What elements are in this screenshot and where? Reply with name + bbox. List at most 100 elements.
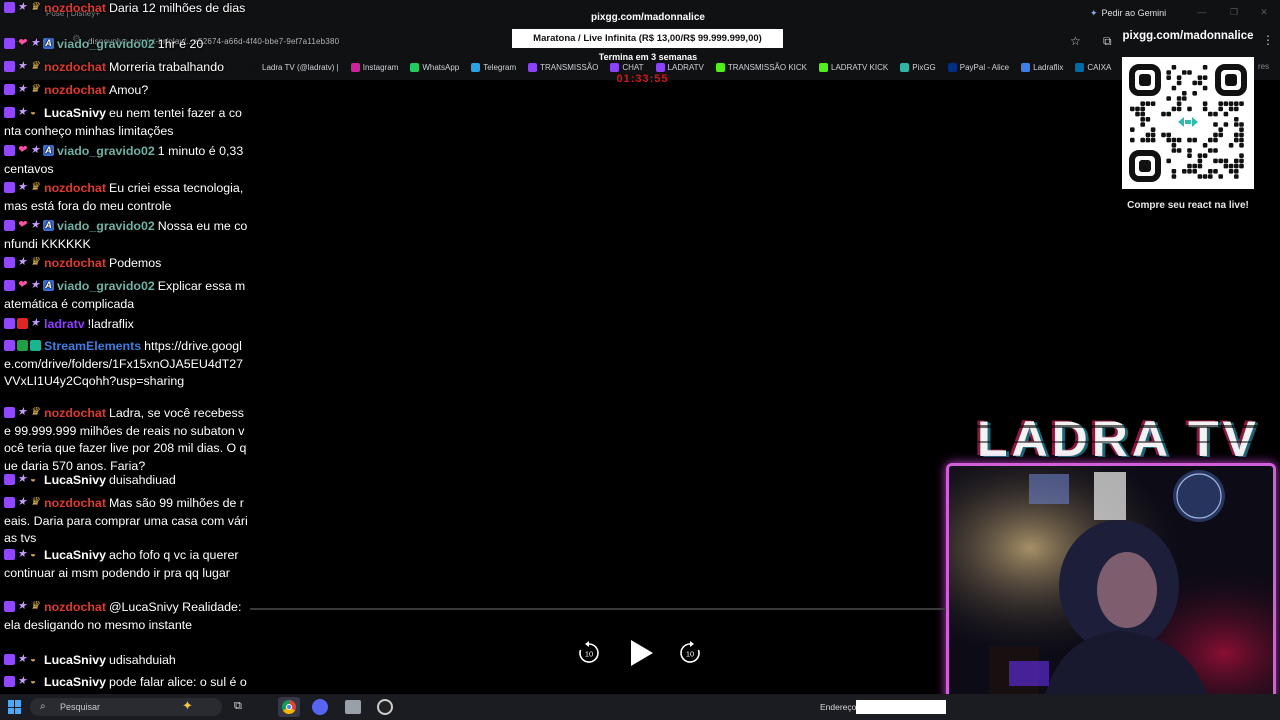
bookmark-item[interactable]: Instagram [350, 62, 399, 72]
explorer-taskbar-icon[interactable] [345, 700, 361, 714]
bookmark-icon [528, 62, 538, 72]
qr-module [1192, 163, 1197, 169]
badge-str-icon: ★ [30, 37, 40, 49]
chat-username[interactable]: nozdochat [44, 83, 106, 97]
progress-bar[interactable] [250, 608, 945, 610]
badge-tw-icon [4, 474, 15, 485]
chat-message: ❤ ★ Aviado_gravido02 1hr é 20 [4, 36, 248, 54]
bookmark-item[interactable]: CAIXA [1075, 62, 1111, 72]
badge-tw-icon [4, 654, 15, 665]
chat-username[interactable]: LucaSnivy [44, 548, 106, 562]
chat-username[interactable]: viado_gravido02 [57, 279, 155, 293]
chat-username[interactable]: viado_gravido02 [57, 37, 155, 51]
bookmark-item[interactable]: PixGG [900, 62, 936, 72]
close-icon[interactable]: ✕ [1258, 7, 1270, 19]
chat-username[interactable]: nozdochat [44, 496, 106, 510]
chat-badges [4, 340, 41, 351]
chat-username[interactable]: StreamElements [44, 339, 141, 353]
bookmark-item[interactable]: TRANSMISSÃO [528, 62, 599, 72]
bookmark-item[interactable]: WhatsApp [410, 62, 459, 72]
rewind-10-icon[interactable]: 10 [576, 640, 602, 666]
qr-code [1122, 57, 1254, 189]
chrome-taskbar-icon[interactable] [278, 697, 300, 717]
maximize-icon[interactable]: ❐ [1228, 7, 1240, 19]
chat-username[interactable]: viado_gravido02 [57, 144, 155, 158]
bookmark-label: TRANSMISSÃO [540, 62, 599, 72]
badge-tw-icon [4, 182, 15, 193]
qr-module [1187, 70, 1192, 75]
play-icon[interactable] [627, 638, 655, 668]
bookmark-label: Telegram [483, 62, 517, 72]
qr-module [1161, 111, 1166, 117]
qr-module [1166, 111, 1171, 117]
qr-module [1145, 137, 1151, 143]
qr-module [1202, 85, 1208, 91]
qr-module [1223, 111, 1229, 117]
chat-text: udisahduiah [108, 653, 176, 667]
qr-module [1234, 122, 1239, 127]
qr-module [1166, 158, 1171, 164]
windows-start-icon[interactable] [8, 700, 22, 714]
bookmark-label: LADRATV KICK [831, 62, 889, 72]
bookmark-item[interactable]: TRANSMISSÃO KICK [715, 62, 807, 72]
bookmark-item[interactable]: LADRATV [655, 62, 704, 72]
badge-va-icon: A [43, 280, 54, 291]
badge-grn-icon [17, 340, 28, 351]
chat-badges: ★ ♛ [4, 257, 41, 268]
qr-panel: pixgg.com/madonnalice Compre seu react n… [1118, 26, 1258, 216]
gemini-button[interactable]: ✦ Pedir ao Gemini [1090, 5, 1166, 21]
bookmark-star-icon[interactable]: ☆ [1070, 34, 1081, 48]
badge-str-icon: ★ [17, 473, 27, 485]
bookmarks-more[interactable]: res [1258, 62, 1269, 71]
qr-module [1223, 158, 1229, 164]
bookmark-label: Instagram [362, 62, 399, 72]
menu-more-icon[interactable]: ⋮ [1262, 33, 1274, 47]
badge-tw-icon [4, 84, 15, 95]
chat-username[interactable]: ladratv [44, 317, 85, 331]
chat-username[interactable]: viado_gravido02 [57, 219, 155, 233]
bookmark-item[interactable]: PayPal - Alice [947, 62, 1010, 72]
chat-username[interactable]: nozdochat [44, 181, 106, 195]
bookmark-item[interactable]: Ladraflix [1021, 62, 1063, 72]
forward-10-icon[interactable]: 10 [677, 640, 703, 666]
chat-username[interactable]: LucaSnivy [44, 106, 106, 120]
chat-username[interactable]: LucaSnivy [44, 675, 106, 689]
extensions-icon[interactable]: ⧉ [1103, 34, 1112, 49]
bookmark-icon [655, 62, 665, 72]
obs-taskbar-icon[interactable] [377, 699, 393, 715]
qr-module [1218, 158, 1223, 164]
qr-module [1239, 137, 1244, 143]
badge-hrt-icon: ❤ [17, 279, 27, 291]
chat-username[interactable]: nozdochat [44, 406, 106, 420]
bookmark-item[interactable]: Ladra TV (@ladratv) | [250, 62, 339, 72]
taskbar-search[interactable]: ⌕ Pesquisar ✦ [30, 698, 222, 716]
chat-username[interactable]: nozdochat [44, 600, 106, 614]
chat-username[interactable]: LucaSnivy [44, 653, 106, 667]
qr-module [1202, 75, 1208, 80]
minimize-icon[interactable]: — [1196, 7, 1208, 19]
bookmark-item[interactable]: Telegram [471, 62, 517, 72]
chat-username[interactable]: nozdochat [44, 1, 106, 15]
badge-hrt-icon: ❤ [17, 37, 27, 49]
qr-module [1213, 111, 1218, 117]
bookmark-item[interactable]: LADRATV KICK [819, 62, 889, 72]
qr-module [1130, 106, 1135, 112]
qr-module [1213, 122, 1218, 127]
qr-module [1176, 106, 1182, 112]
qr-module [1197, 158, 1203, 164]
bookmark-label: PayPal - Alice [959, 62, 1010, 72]
qr-module [1140, 137, 1145, 143]
badge-str-icon: ★ [17, 406, 27, 418]
chat-message: ★ ♛ nozdochat Daria 12 milhões de dias [4, 0, 248, 18]
chat-username[interactable]: nozdochat [44, 256, 106, 270]
qr-module [1176, 148, 1182, 153]
bookmark-item[interactable]: CHAT [610, 62, 644, 72]
task-view-icon[interactable]: ⧉ [234, 700, 242, 713]
discord-taskbar-icon[interactable] [312, 699, 328, 715]
badge-tw-icon [4, 61, 15, 72]
chat-username[interactable]: nozdochat [44, 60, 106, 74]
address-toolbar-input[interactable] [856, 700, 946, 714]
qr-module [1182, 169, 1187, 174]
badge-crn-icon: ♛ [30, 1, 40, 13]
chat-username[interactable]: LucaSnivy [44, 473, 106, 487]
